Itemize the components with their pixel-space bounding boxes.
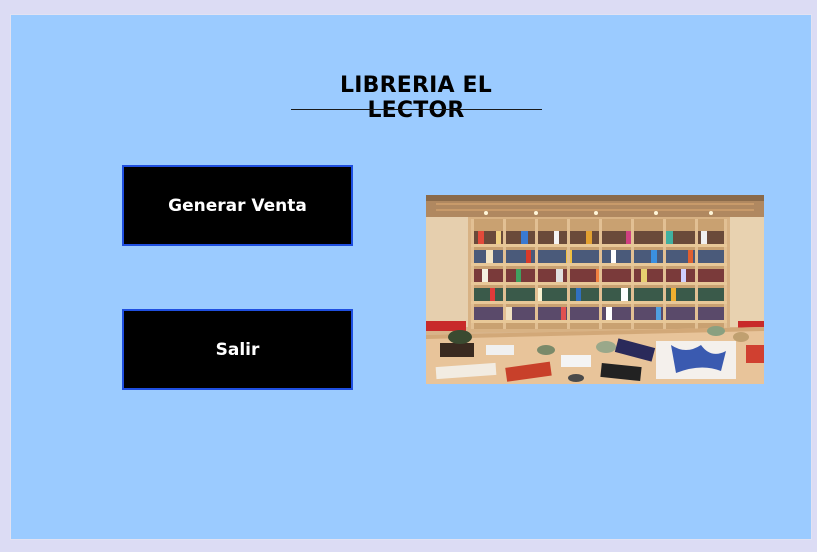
salir-button[interactable]: Salir	[122, 309, 353, 390]
generar-venta-button[interactable]: Generar Venta	[122, 165, 353, 246]
page-title: LIBRERIA EL LECTOR	[340, 73, 492, 123]
title-underline	[291, 109, 542, 110]
bookstore-photo	[426, 195, 764, 384]
main-window: LIBRERIA EL LECTOR Generar Venta Salir	[10, 14, 812, 540]
